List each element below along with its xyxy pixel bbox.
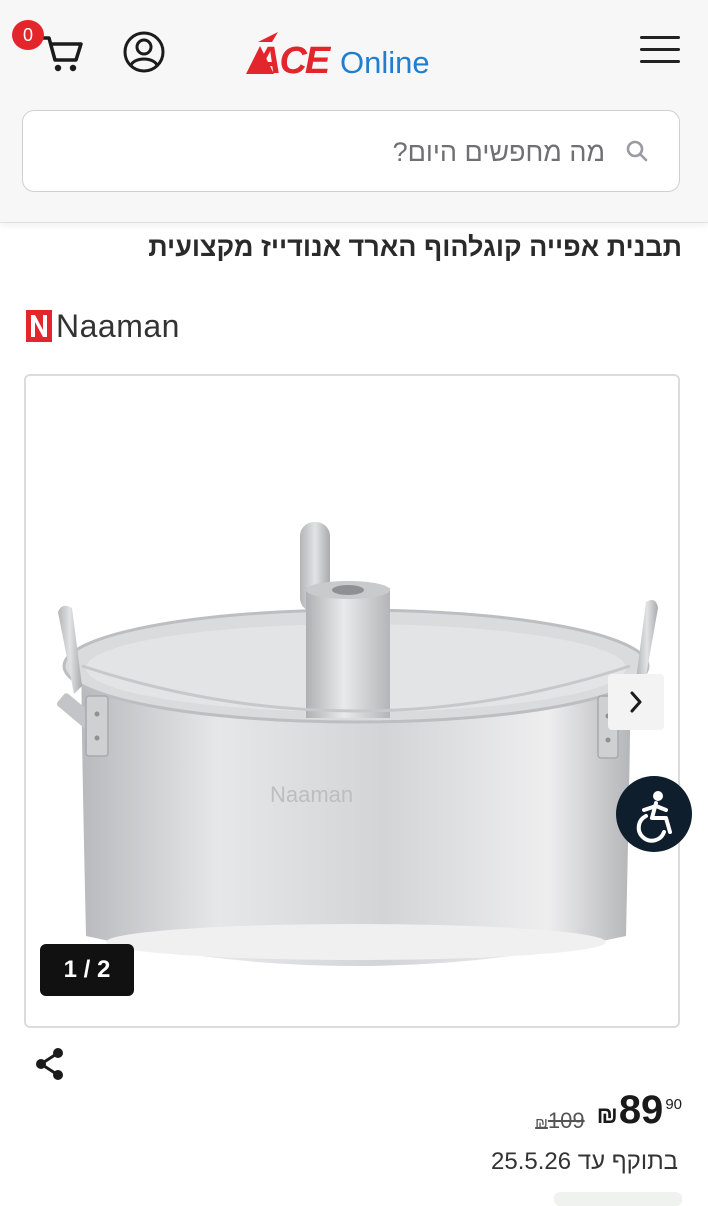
brand-name: Naaman [56, 307, 180, 344]
old-price-currency: ₪ [535, 1115, 548, 1132]
hamburger-menu-icon [640, 36, 680, 39]
product-image-gallery[interactable]: Naaman 1 / 2 [24, 374, 680, 1028]
cart-button[interactable] [40, 32, 84, 74]
search-input[interactable] [63, 129, 607, 175]
user-account-button[interactable] [122, 30, 166, 74]
current-price: ₪ 89 90 [597, 1088, 682, 1133]
user-icon [123, 31, 165, 73]
search-icon[interactable] [625, 139, 649, 163]
embossed-brand: Naaman [270, 782, 353, 807]
current-price-decimal: 90 [665, 1096, 682, 1113]
accessibility-button[interactable] [616, 776, 692, 852]
current-price-integer: 89 [618, 1088, 664, 1132]
menu-line [640, 60, 680, 63]
old-price: ₪109 [535, 1108, 584, 1134]
ace-online-logo[interactable]: ACE Online [244, 32, 444, 82]
site-header: 0 ACE Online [0, 0, 708, 223]
menu-line [640, 48, 680, 51]
old-price-value: 109 [547, 1108, 585, 1133]
naaman-mark-icon [26, 310, 52, 342]
next-image-button[interactable] [608, 674, 664, 730]
share-icon [36, 1048, 63, 1080]
chevron-right-icon [630, 691, 642, 713]
accessibility-icon [636, 791, 672, 843]
product-title: תבנית אפייה קוגלהוף הארד אנודייז מקצועית [148, 232, 682, 262]
logo-text-online: Online [340, 45, 430, 78]
share-button[interactable] [34, 1047, 66, 1081]
product-image: Naaman [56, 522, 658, 966]
price-block: ₪109 ₪ 89 90 [535, 1088, 682, 1134]
current-price-currency: ₪ [596, 1102, 618, 1129]
cart-count-badge: 0 [12, 20, 44, 50]
cart-icon [40, 36, 83, 72]
brand-logo[interactable]: Naaman [26, 306, 180, 346]
search-box[interactable] [22, 110, 680, 192]
price-validity: בתוקף עד 25.5.26 [491, 1148, 678, 1176]
image-counter: 1 / 2 [40, 944, 134, 996]
validity-label: בתוקף עד [577, 1148, 678, 1175]
validity-date: 25.5.26 [491, 1148, 572, 1175]
menu-button[interactable] [640, 36, 680, 66]
bottom-element[interactable] [554, 1192, 682, 1206]
logo-text-ace: ACE [253, 40, 332, 78]
